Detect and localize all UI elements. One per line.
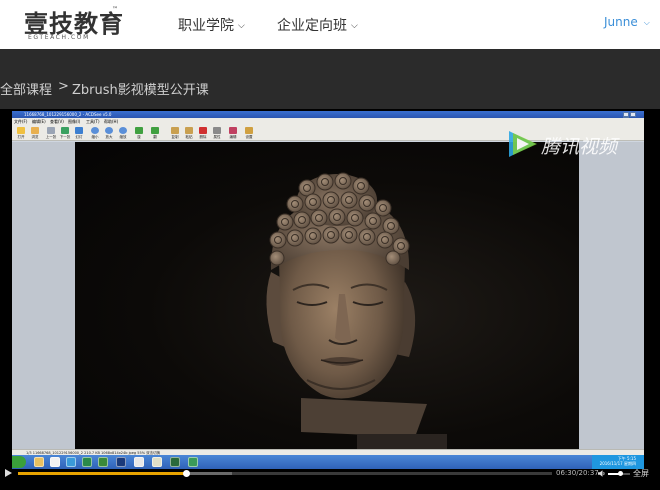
window-titlebar: 11668768_101229156000_2 - ACDSee v5.0	[12, 111, 644, 122]
toolbar-button: 缩小	[88, 126, 102, 140]
menu-item: 帮助(H)	[104, 119, 119, 124]
current-time: 06:30	[556, 469, 577, 477]
image-viewer-area	[12, 142, 644, 449]
slideshow-icon	[75, 127, 83, 134]
properties-icon	[213, 127, 221, 134]
zoom-in-icon	[105, 127, 113, 134]
chevron-down-icon: ⌵	[351, 21, 358, 31]
chevron-down-icon: ⌵	[643, 18, 650, 27]
copy-icon	[171, 127, 179, 134]
video-watermark: 腾讯视频	[505, 127, 630, 161]
breadcrumb-all-courses[interactable]: 全部课程	[0, 79, 52, 98]
toolbar-button: 打开	[14, 126, 28, 140]
edit-icon	[229, 127, 237, 134]
nav-item-label: 职业学院	[178, 18, 234, 34]
play-icon[interactable]	[3, 468, 13, 478]
volume-handle[interactable]	[618, 471, 624, 476]
paste-icon	[185, 127, 193, 134]
prev-icon	[47, 127, 55, 134]
top-nav: 壹技教育 ™ EGTEACH.COM 职业学院 ⌵ 企业定向班 ⌵ Junne ⌵	[0, 0, 660, 49]
window-controls	[622, 112, 642, 122]
toolbar-button: 幻灯	[72, 126, 86, 140]
logo-domain: EGTEACH.COM	[28, 34, 90, 41]
nav-item-label: 企业定向班	[277, 18, 347, 34]
volume-icon[interactable]	[598, 470, 606, 477]
fullscreen-button[interactable]: 全屏	[633, 468, 649, 479]
toolbar-button: 浏览	[28, 126, 42, 140]
total-time: 20:37	[578, 469, 599, 477]
progress-bar[interactable]	[18, 470, 552, 477]
toolbar-button: 粘贴	[182, 126, 196, 140]
toolbar-button: 缩放	[116, 126, 130, 140]
toolbar-button: 下一张	[58, 126, 72, 140]
breadcrumb-current: Zbrush影视模型公开课	[72, 83, 209, 98]
flip-icon	[151, 127, 159, 134]
maximize-icon	[630, 112, 636, 117]
menu-item: 编辑(E)	[32, 119, 46, 124]
buddha-head-image	[266, 172, 447, 449]
tencent-video-logo-icon	[509, 131, 537, 157]
breadcrumb: 全部课程 > Zbrush影视模型公开课	[0, 49, 660, 109]
menu-item: 文件(F)	[14, 119, 28, 124]
zoom-icon	[119, 127, 127, 134]
volume-slider[interactable]	[608, 471, 630, 476]
player-controls: 06:30/20:37 全屏	[0, 464, 660, 490]
toolbar-button: 属性	[210, 126, 224, 140]
toolbar-button: 复制	[168, 126, 182, 140]
toolbar-button: 删除	[196, 126, 210, 140]
zoom-out-icon	[91, 127, 99, 134]
rotate-icon	[135, 127, 143, 134]
menu-item: 查看(V)	[50, 119, 64, 124]
watermark-text: 腾讯视频	[541, 136, 618, 158]
delete-icon	[199, 127, 207, 134]
chevron-down-icon: ⌵	[238, 21, 245, 31]
toolbar-button: 编辑	[226, 126, 240, 140]
toolbar-button: 设置	[242, 126, 256, 140]
settings-icon	[245, 127, 253, 134]
window-title: 11668768_101229156000_2 - ACDSee v5.0	[24, 112, 112, 117]
toolbar-button: 放大	[102, 126, 116, 140]
site-logo[interactable]: 壹技教育 ™ EGTEACH.COM	[24, 4, 124, 44]
open-icon	[17, 127, 25, 134]
progress-handle[interactable]	[183, 470, 191, 477]
browse-icon	[31, 127, 39, 134]
logo-trademark: ™	[112, 6, 118, 13]
menu-item: 工具(T)	[86, 119, 100, 124]
toolbar-button: 翻	[148, 126, 162, 140]
time-display: 06:30/20:37	[556, 469, 599, 477]
video-frame: 11668768_101229156000_2 - ACDSee v5.0 文件…	[12, 111, 644, 469]
user-menu[interactable]: Junne ⌵	[604, 15, 650, 29]
user-name: Junne	[604, 15, 638, 29]
breadcrumb-separator: >	[58, 79, 69, 94]
nav-item-college[interactable]: 职业学院 ⌵	[178, 15, 245, 35]
buddha-head-photo	[75, 142, 579, 449]
video-player[interactable]: 11668768_101229156000_2 - ACDSee v5.0 文件…	[0, 109, 660, 490]
window-menubar: 文件(F) 编辑(E) 查看(V) 图像(I) 工具(T) 帮助(H)	[12, 118, 644, 125]
progress-played	[18, 472, 187, 475]
toolbar-button: 旋	[132, 126, 146, 140]
next-icon	[61, 127, 69, 134]
menu-item: 图像(I)	[68, 119, 81, 124]
nav-item-enterprise[interactable]: 企业定向班 ⌵	[277, 15, 358, 35]
toolbar-button: 上一张	[44, 126, 58, 140]
